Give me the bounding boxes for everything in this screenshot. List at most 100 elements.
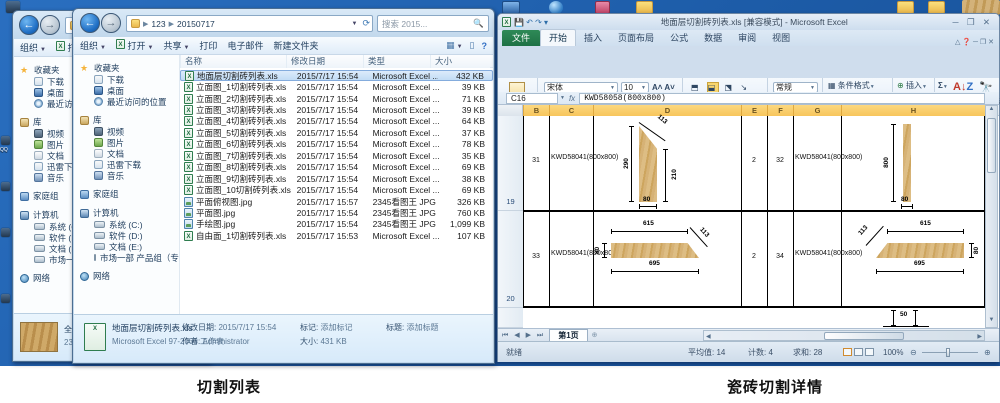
address-dropdown-arrow[interactable]: ▼ (352, 21, 358, 27)
tab-page-layout[interactable]: 页面布局 (610, 30, 662, 46)
file-row[interactable]: 立面图_2切割砖列表.xls2015/7/17 15:54Microsoft E… (180, 93, 493, 104)
address-bar[interactable]: ▶ 123 ▶ 20150717 ▼ ⟳ (126, 15, 373, 32)
column-header-F[interactable]: F (767, 105, 793, 116)
sidebar-group-libraries[interactable]: 库 (74, 114, 179, 126)
cell-E19[interactable]: 2 (741, 157, 767, 164)
organize-button[interactable]: 组织▼ (80, 39, 106, 52)
print-button[interactable]: 打印 (199, 39, 217, 52)
sidebar-group-homegroup[interactable]: 家庭组 (74, 188, 179, 200)
sidebar-item-videos[interactable]: 视频 (74, 126, 179, 137)
zoom-slider-thumb[interactable] (946, 348, 950, 357)
vertical-scroll-thumb[interactable] (987, 118, 996, 173)
organize-button[interactable]: 组织▼ (20, 41, 46, 54)
hscroll-right-arrow[interactable]: ▶ (977, 333, 982, 340)
select-all-corner[interactable] (498, 105, 523, 116)
sidebar-item-music[interactable]: 音乐 (74, 170, 179, 181)
sidebar-item-drive-d[interactable]: 软件 (D:) (74, 230, 179, 241)
scroll-down-arrow[interactable]: ▼ (986, 317, 997, 327)
cell-C20[interactable]: KWD58041(800x800) (551, 249, 591, 258)
file-row[interactable]: 立面图_3切割砖列表.xls2015/7/17 15:54Microsoft E… (180, 104, 493, 115)
file-row[interactable]: 立面图_1切割砖列表.xls2015/7/17 15:54Microsoft E… (180, 81, 493, 92)
sidebar-item-share[interactable]: 市场一部 产品组（专用） (74, 252, 179, 263)
tab-home[interactable]: 开始 (540, 29, 576, 46)
quick-access-toolbar[interactable]: 💾 ↶ ↷ ▾ (514, 18, 548, 27)
desktop-icon[interactable] (1, 182, 10, 191)
cell-C19[interactable]: KWD58041(800x800) (551, 153, 591, 162)
open-button[interactable]: 打开▼ (116, 39, 153, 52)
file-row[interactable]: 立面图_6切割砖列表.xls2015/7/17 15:54Microsoft E… (180, 139, 493, 150)
window-controls[interactable]: ─ ❐ ✕ (953, 17, 994, 28)
cell-E20[interactable]: 2 (741, 253, 767, 260)
desktop-icon[interactable] (1, 136, 10, 145)
forward-button[interactable]: → (40, 15, 60, 35)
name-box[interactable]: C16 (506, 93, 558, 104)
cell-B19[interactable]: 31 (523, 157, 549, 164)
row-header-19[interactable]: 19 (498, 116, 523, 211)
column-header-name[interactable]: 名称 (180, 55, 286, 68)
file-row[interactable]: 立面图_7切割砖列表.xls2015/7/17 15:54Microsoft E… (180, 150, 493, 161)
breadcrumb-123[interactable]: 123 (151, 19, 165, 29)
zoom-in-button[interactable]: ⊕ (984, 348, 991, 357)
views-button[interactable]: ▦▼ (446, 40, 462, 51)
file-row[interactable]: 立面图_9切割砖列表.xls2015/7/17 15:54Microsoft E… (180, 173, 493, 184)
name-box-arrow[interactable]: ▼ (560, 95, 565, 101)
file-row[interactable]: 立面图_4切割砖列表.xls2015/7/17 15:54Microsoft E… (180, 116, 493, 127)
column-header-date[interactable]: 修改日期 (286, 55, 363, 68)
refresh-icon[interactable]: ⟳ (362, 18, 370, 29)
share-button[interactable]: 共享▼ (163, 39, 189, 52)
file-row[interactable]: 立面图_10切割砖列表.xls2015/7/17 15:54Microsoft … (180, 184, 493, 195)
tab-data[interactable]: 数据 (696, 30, 730, 46)
tab-view[interactable]: 视图 (764, 30, 798, 46)
formula-input[interactable]: KWD58058(800x800) (579, 93, 985, 104)
conditional-formatting-button[interactable]: ▦ 条件格式▼ (828, 81, 875, 92)
vertical-scrollbar[interactable]: ▲ ▼ (985, 105, 998, 328)
breadcrumb-20150717[interactable]: 20150717 (177, 19, 215, 29)
ribbon-mini-controls[interactable]: △ ❓ ─ ❐ ✕ (955, 38, 994, 46)
zoom-slider-track[interactable] (922, 352, 978, 353)
sidebar-item-documents[interactable]: 文档 (74, 148, 179, 159)
autosum-button[interactable]: Σ▼ (938, 81, 948, 92)
search-input[interactable]: 搜索 2015... 🔍 (377, 15, 489, 32)
column-header-E[interactable]: E (741, 105, 767, 116)
preview-pane-button[interactable]: ▯ (470, 40, 475, 51)
sidebar-item-desktop[interactable]: 桌面 (74, 85, 179, 96)
cell-B20[interactable]: 33 (523, 253, 549, 260)
zoom-out-button[interactable]: ⊖ (910, 348, 917, 357)
file-row[interactable]: 自由面_1切割砖列表.xls2015/7/17 15:53Microsoft E… (180, 230, 493, 241)
email-button[interactable]: 电子邮件 (227, 39, 263, 52)
sidebar-group-network[interactable]: 网络 (74, 270, 179, 282)
tab-insert[interactable]: 插入 (576, 30, 610, 46)
sidebar-item-downloads[interactable]: 下载 (74, 74, 179, 85)
sidebar-item-thunder[interactable]: 迅雷下载 (74, 159, 179, 170)
cell-F20[interactable]: 34 (767, 253, 793, 260)
forward-button[interactable]: → (101, 13, 121, 33)
insert-cells-button[interactable]: ⊕ 插入▼ (897, 81, 927, 92)
column-header-H[interactable]: H (841, 105, 985, 116)
file-row[interactable]: 地面层切割砖列表.xls2015/7/17 15:54Microsoft Exc… (180, 70, 493, 81)
sidebar-item-pictures[interactable]: 图片 (74, 137, 179, 148)
view-shortcut-buttons[interactable] (843, 348, 874, 356)
tab-formulas[interactable]: 公式 (662, 30, 696, 46)
sidebar-group-computer[interactable]: 计算机 (74, 207, 179, 219)
sidebar-item-drive-c[interactable]: 系统 (C:) (74, 219, 179, 230)
desktop-icon[interactable] (1, 294, 10, 303)
file-row[interactable]: 立面图_5切割砖列表.xls2015/7/17 15:54Microsoft E… (180, 127, 493, 138)
sidebar-item-recent[interactable]: 最近访问的位置 (74, 96, 179, 107)
file-row[interactable]: 平面图.jpg2015/7/17 15:542345看图王 JPG ...760… (180, 207, 493, 218)
row-header-partial[interactable] (498, 308, 523, 328)
sheet-nav-arrows[interactable]: ⏮ ◀ ▶ ⏭ (502, 331, 545, 340)
horizontal-scrollbar[interactable]: ◀ ▶ (703, 330, 985, 341)
horizontal-scroll-thumb[interactable] (824, 332, 904, 340)
sheet-tab[interactable]: 第1页 (549, 329, 587, 341)
file-row[interactable]: 手绘图.jpg2015/7/17 15:542345看图王 JPG ...1,0… (180, 219, 493, 230)
insert-worksheet-tab[interactable]: ⊕ (592, 331, 598, 339)
column-header-G[interactable]: G (793, 105, 841, 116)
scroll-up-arrow[interactable]: ▲ (986, 106, 997, 116)
file-row[interactable]: 平面俯视图.jpg2015/7/17 15:572345看图王 JPG ...3… (180, 196, 493, 207)
cell-G19[interactable]: KWD58041(800x800) (795, 153, 839, 162)
sidebar-group-favorites[interactable]: ★收藏夹 (74, 62, 179, 74)
sidebar-item-drive-e[interactable]: 文档 (E:) (74, 241, 179, 252)
back-button[interactable]: ← (19, 15, 39, 35)
file-row[interactable]: 立面图_8切割砖列表.xls2015/7/17 15:54Microsoft E… (180, 162, 493, 173)
column-header-type[interactable]: 类型 (363, 55, 430, 68)
